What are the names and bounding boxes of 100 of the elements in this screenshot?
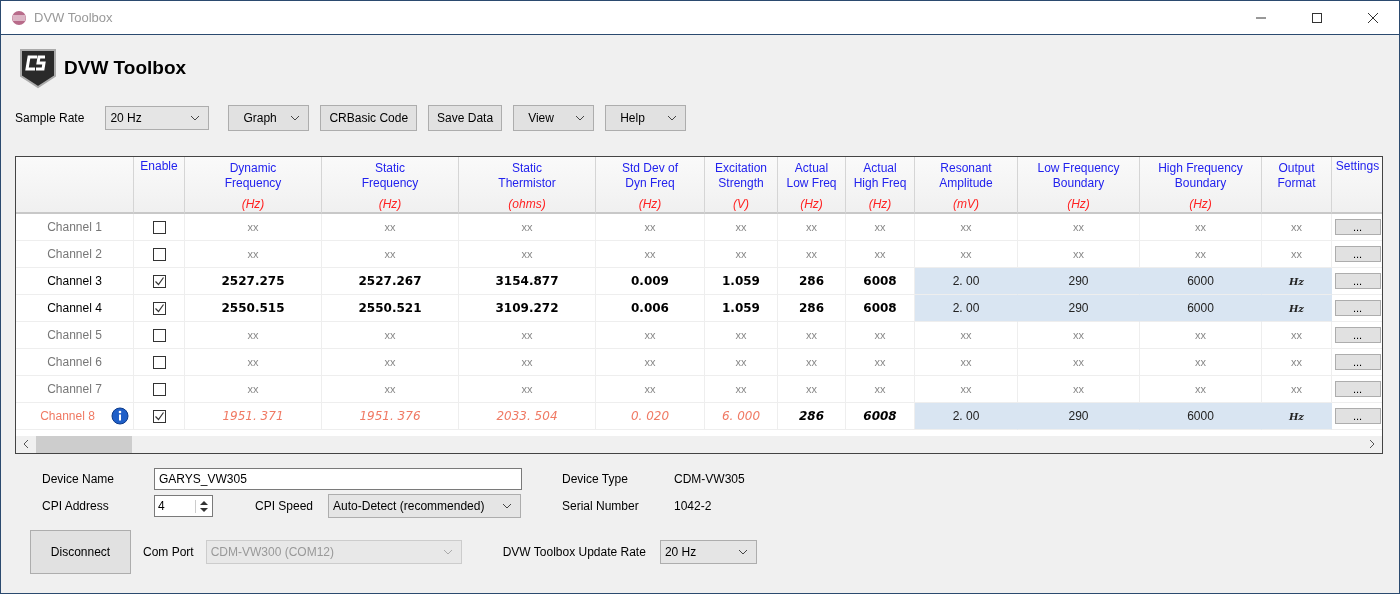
maximize-icon[interactable]: [1311, 11, 1323, 24]
table-cell: 6. 000: [705, 403, 778, 430]
table-cell: 2550.515: [185, 295, 322, 322]
table-cell: Hz: [1262, 268, 1332, 295]
table-cell: xx: [1262, 349, 1332, 376]
cpi-address-label: CPI Address: [42, 499, 110, 513]
column-header: Settings: [1332, 157, 1382, 214]
checkbox[interactable]: [152, 382, 166, 396]
toolbar-button[interactable]: Help: [605, 105, 687, 131]
table-cell: 3154.877: [459, 268, 596, 295]
table-cell: 6000: [1140, 403, 1262, 430]
info-icon[interactable]: [110, 407, 129, 425]
settings-button[interactable]: ...: [1334, 273, 1381, 289]
table-cell: 290: [1018, 268, 1140, 295]
table-cell: 286: [778, 403, 846, 430]
table-cell: 6000: [1140, 268, 1262, 295]
checkbox[interactable]: [152, 247, 166, 261]
channel-name: Channel 2: [47, 247, 102, 261]
column-header: Excitation Strength (V): [705, 157, 778, 214]
chevron-icon: [502, 503, 513, 509]
table-cell: 2. 00: [915, 268, 1018, 295]
chevron-icon: [190, 115, 201, 121]
com-port-label: Com Port: [143, 545, 194, 559]
checkbox[interactable]: [152, 355, 166, 369]
settings-button[interactable]: ...: [1334, 246, 1381, 262]
horizontal-scrollbar[interactable]: [16, 435, 1382, 453]
table-cell: xx: [185, 241, 322, 268]
table-cell: xx: [185, 214, 322, 241]
device-name-field[interactable]: GARYS_VW305: [154, 468, 522, 490]
chevron-icon: [737, 549, 748, 555]
cpi-address-spinner[interactable]: 4: [154, 495, 213, 517]
table-cell: xx: [705, 214, 778, 241]
sample-rate-dropdown[interactable]: 20 Hz: [105, 106, 210, 130]
column-header: Dynamic Frequency (Hz): [185, 157, 322, 214]
settings-button[interactable]: ...: [1334, 300, 1381, 316]
table-cell: xx: [322, 322, 459, 349]
table-cell: xx: [459, 322, 596, 349]
channel-name: Channel 6: [47, 355, 102, 369]
settings-button[interactable]: ...: [1334, 219, 1381, 235]
toolbar-button[interactable]: Graph: [228, 105, 310, 131]
channel-name: Channel 4: [47, 301, 102, 315]
checkbox[interactable]: [152, 328, 166, 342]
column-header: Low Frequency Boundary (Hz): [1018, 157, 1140, 214]
table-cell: 6000: [1140, 295, 1262, 322]
table-cell: xx: [1262, 214, 1332, 241]
sample-rate-label: Sample Rate: [15, 111, 85, 125]
table-cell: 290: [1018, 403, 1140, 430]
table-cell: 290: [1018, 295, 1140, 322]
settings-button[interactable]: ...: [1334, 408, 1381, 424]
toolbar-button[interactable]: Save Data: [428, 105, 503, 131]
device-type-label: Device Type: [562, 472, 629, 486]
checkbox[interactable]: [152, 409, 166, 423]
table-cell: xx: [915, 322, 1018, 349]
table-cell: xx: [705, 376, 778, 403]
update-rate-label: DVW Toolbox Update Rate: [502, 545, 646, 559]
table-cell: xx: [596, 376, 705, 403]
table-cell: xx: [322, 349, 459, 376]
device-name-label: Device Name: [42, 472, 116, 486]
cpi-speed-label: CPI Speed: [255, 499, 314, 513]
settings-button[interactable]: ...: [1334, 381, 1381, 397]
checkbox[interactable]: [152, 301, 166, 315]
scroll-right-icon[interactable]: [1368, 439, 1376, 450]
table-cell: 2527.275: [185, 268, 322, 295]
scroll-left-icon[interactable]: [22, 439, 30, 450]
scroll-thumb[interactable]: [36, 435, 132, 453]
disconnect-button[interactable]: Disconnect: [30, 530, 131, 574]
table-cell: xx: [1140, 214, 1262, 241]
table-cell: xx: [705, 241, 778, 268]
column-header: Actual High Freq (Hz): [846, 157, 915, 214]
update-rate-dropdown[interactable]: 20 Hz: [659, 540, 757, 564]
cpi-speed-dropdown[interactable]: Auto-Detect (recommended): [328, 494, 522, 518]
table-cell: xx: [1140, 322, 1262, 349]
toolbar-button[interactable]: CRBasic Code: [320, 105, 418, 131]
serial-number-label: Serial Number: [562, 499, 640, 513]
channel-name: Channel 3: [47, 274, 102, 288]
table-cell: xx: [1018, 349, 1140, 376]
table-cell: xx: [778, 349, 846, 376]
chevron-icon: [667, 115, 678, 121]
table-cell: 2. 00: [915, 403, 1018, 430]
table-cell: xx: [185, 349, 322, 376]
app-icon: [11, 9, 27, 26]
close-icon[interactable]: [1367, 11, 1379, 24]
settings-button[interactable]: ...: [1334, 354, 1381, 370]
table-cell: xx: [705, 322, 778, 349]
checkbox[interactable]: [152, 220, 166, 234]
column-header: High Frequency Boundary (Hz): [1140, 157, 1262, 214]
device-type-value: CDM-VW305: [674, 472, 746, 486]
table-cell: 286: [778, 295, 846, 322]
channel-name: Channel 7: [47, 382, 102, 396]
table-cell: xx: [846, 214, 915, 241]
channel-name: Channel 1: [47, 220, 102, 234]
column-header: Resonant Amplitude (mV): [915, 157, 1018, 214]
column-header: Static Thermistor (ohms): [459, 157, 596, 214]
channel-name: Channel 5: [47, 328, 102, 342]
settings-button[interactable]: ...: [1334, 327, 1381, 343]
toolbar-button[interactable]: View: [513, 105, 595, 131]
table-cell: 0.009: [596, 268, 705, 295]
table-cell: xx: [322, 214, 459, 241]
checkbox[interactable]: [152, 274, 166, 288]
table-cell: 2. 00: [915, 295, 1018, 322]
